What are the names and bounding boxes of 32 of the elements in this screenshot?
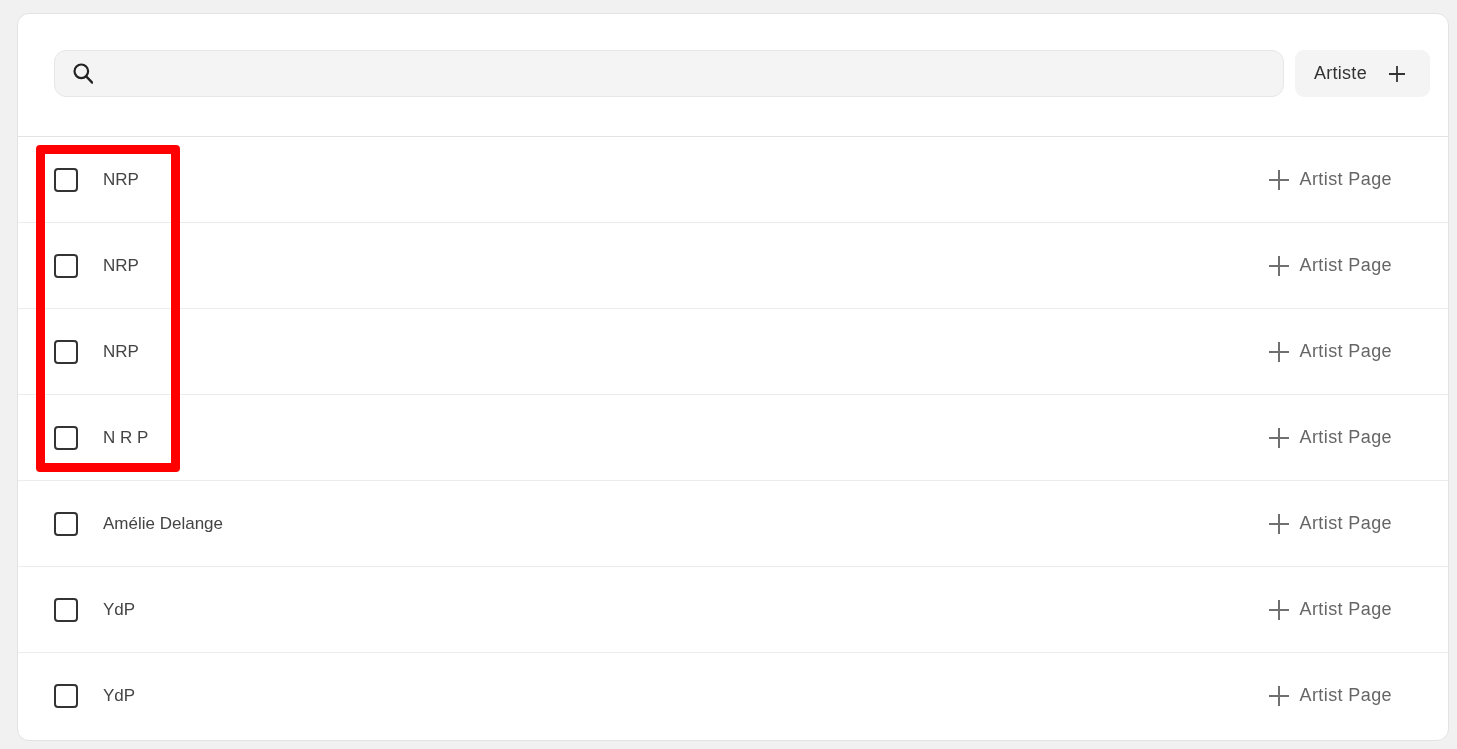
checkbox[interactable] — [54, 253, 78, 278]
artist-page-button[interactable]: Artist Page — [1268, 255, 1392, 276]
artist-name: N R P — [103, 427, 149, 448]
search-icon — [73, 63, 93, 84]
plus-icon — [1268, 599, 1289, 620]
artist-page-button[interactable]: Artist Page — [1268, 599, 1392, 620]
artist-page-button[interactable]: Artist Page — [1268, 169, 1392, 190]
checkbox[interactable] — [54, 683, 78, 708]
add-artist-button[interactable]: Artiste — [1294, 50, 1430, 97]
artist-page-button[interactable]: Artist Page — [1268, 513, 1392, 534]
artist-name: Amélie Delange — [103, 513, 223, 534]
checkbox[interactable] — [54, 167, 78, 192]
artist-name: YdP — [103, 599, 136, 620]
artist-name: YdP — [103, 685, 136, 706]
plus-icon — [1388, 64, 1406, 83]
plus-icon — [1268, 685, 1289, 706]
search-field[interactable] — [54, 50, 1284, 97]
checkbox[interactable] — [54, 511, 78, 536]
plus-icon — [1268, 341, 1289, 362]
artist-name: NRP — [103, 169, 139, 190]
plus-icon — [1268, 255, 1289, 276]
plus-icon — [1268, 513, 1289, 534]
artist-page-button[interactable]: Artist Page — [1268, 341, 1392, 362]
checkbox[interactable] — [54, 339, 78, 364]
checkbox[interactable] — [54, 425, 78, 450]
plus-icon — [1268, 169, 1289, 190]
plus-icon — [1268, 427, 1289, 448]
artist-page-button[interactable]: Artist Page — [1268, 685, 1392, 706]
artist-name: NRP — [103, 255, 139, 276]
artist-page-button[interactable]: Artist Page — [1268, 427, 1392, 448]
checkbox[interactable] — [54, 597, 78, 622]
artist-name: NRP — [103, 341, 139, 362]
